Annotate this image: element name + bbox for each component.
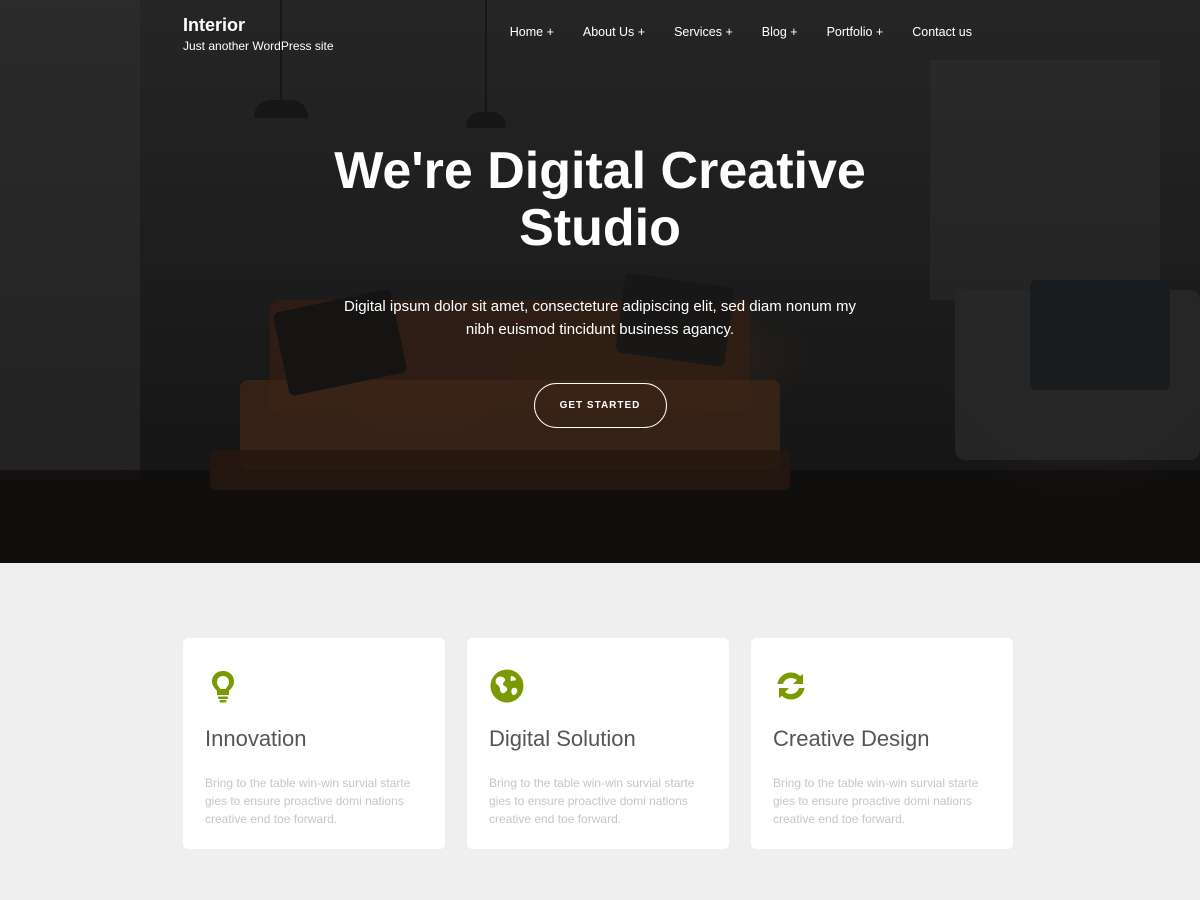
nav-item-blog[interactable]: Blog + [747,24,812,40]
nav-item-about-us[interactable]: About Us + [568,24,659,40]
feature-title: Innovation [205,726,307,751]
feature-card-creative-design: Creative Design Bring to the table win-w… [751,638,1013,849]
globe-icon [490,669,524,703]
hero-section: Interior Just another WordPress site Hom… [0,0,1200,563]
feature-title: Creative Design [773,726,930,751]
site-branding: Interior Just another WordPress site [183,14,334,54]
hero-content: We're Digital Creative Studio Digital ip… [0,143,1200,428]
refresh-icon [777,672,805,700]
nav-item-services[interactable]: Services + [660,24,748,40]
nav-item-home[interactable]: Home + [495,24,568,40]
get-started-button[interactable]: GET STARTED [533,383,667,428]
feature-card-digital-solution: Digital Solution Bring to the table win-… [467,638,729,849]
nav-item-portfolio[interactable]: Portfolio + [812,24,898,40]
nav-item-contact-us[interactable]: Contact us [898,24,972,40]
site-title[interactable]: Interior [183,14,334,36]
feature-text: Bring to the table win-win survial start… [205,776,411,826]
lightbulb-icon [212,671,234,703]
feature-text: Bring to the table win-win survial start… [489,776,695,826]
main-navigation: Home + About Us + Services + Blog + Port… [495,24,972,40]
hero-title: We're Digital Creative Studio [334,142,866,257]
site-tagline: Just another WordPress site [183,39,334,53]
feature-card-innovation: Innovation Bring to the table win-win su… [183,638,445,849]
feature-title: Digital Solution [489,726,636,751]
feature-text: Bring to the table win-win survial start… [773,776,979,826]
features-section: Innovation Bring to the table win-win su… [183,638,1013,849]
hero-description: Digital ipsum dolor sit amet, consectetu… [344,298,856,338]
